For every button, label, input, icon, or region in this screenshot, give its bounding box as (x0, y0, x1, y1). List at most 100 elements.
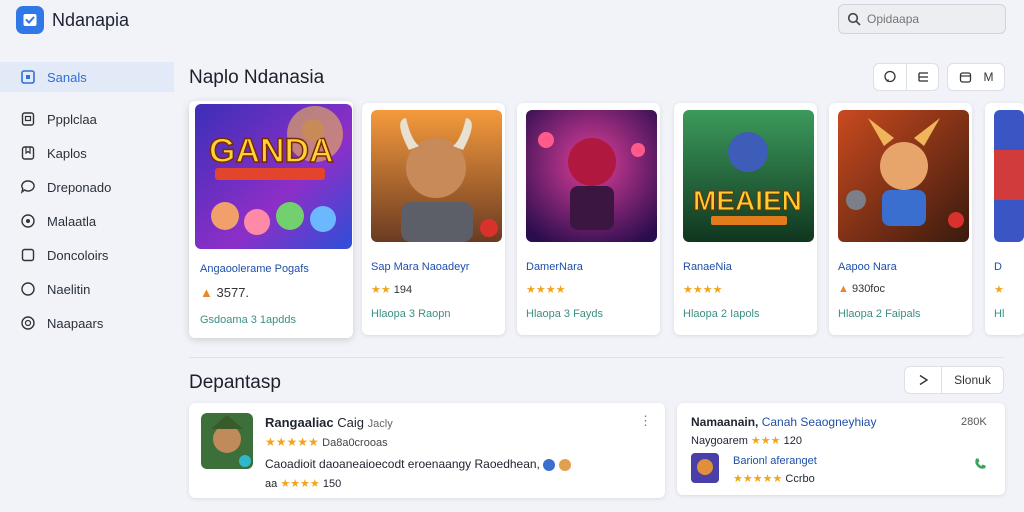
comment-button[interactable] (873, 63, 907, 91)
flame-icon: ▲ (838, 283, 849, 295)
box-icon (959, 71, 971, 83)
game-thumbnail[interactable]: GANDA (195, 104, 352, 249)
row-sub-rating: Naygoarem ★★★ 120 (691, 434, 802, 447)
game-rating: ▲ 930foc (838, 283, 885, 295)
row2-label: Barionl aferanget (733, 455, 817, 467)
game-thumbnail[interactable] (371, 110, 502, 242)
app-logo[interactable] (16, 6, 44, 34)
game-thumbnail[interactable] (994, 110, 1024, 242)
game-thumbnail[interactable] (201, 413, 253, 469)
row-tag: Jacly (367, 418, 393, 430)
game-card[interactable]: GANDA Angaoolerame Pogafs ▲ 3577. Gsdoam… (189, 101, 353, 338)
game-card[interactable]: Sap Mara Naoadeyr ★★ 194 Hlaopa 3 Raopn (362, 103, 505, 335)
game-card[interactable]: DamerNara ★★★★ Hlaopa 3 Fayds (517, 103, 660, 335)
rating-value: 3577. (216, 285, 250, 300)
list-item[interactable]: Rangaaliac Caig Jacly ⋮ ★★★★★ Da8a0crooa… (189, 403, 665, 498)
game-name: DamerNara (526, 261, 583, 273)
sidebar-item-doncoloirs[interactable]: Doncoloirs (0, 238, 174, 272)
list-icon (917, 72, 928, 82)
game-name: Aapoo Nara (838, 261, 897, 273)
row-title-extra: Canah Seaogneyhiay (761, 415, 877, 429)
game-name: RanaeNia (683, 261, 732, 273)
game-thumbnail[interactable] (691, 453, 719, 483)
sidebar-item-label: Kaplos (47, 145, 87, 161)
game-rating: ★★ 194 (371, 283, 412, 296)
game-meta: Hlaopa 3 Fayds (526, 308, 604, 320)
sidebar-item-label: Malaatla (47, 213, 97, 229)
stars-icon: ★★★★ (683, 284, 723, 296)
search-icon (847, 12, 861, 26)
play-button[interactable] (904, 366, 942, 394)
game-card[interactable]: Aapoo Nara ▲ 930foc Hlaopa 2 Faipals (829, 103, 972, 335)
square-icon (20, 247, 36, 263)
sidebar-item-kaplos[interactable]: Kaplos (0, 136, 174, 170)
row2-rating: ★★★★★ Ccrbo (733, 472, 815, 485)
play-icon (919, 374, 929, 386)
sidebar-item-label: Dreponado (47, 179, 112, 195)
chat-icon (20, 179, 36, 195)
search-box[interactable] (838, 4, 1006, 34)
game-card[interactable]: MEAIEN RanaeNia ★★★★ Hlaopa 2 Iapols (674, 103, 817, 335)
sidebar-item-label: Ppplclaa (47, 111, 97, 127)
comment-icon (884, 70, 896, 83)
row-title: Rangaaliac (265, 415, 334, 430)
sidebar-item-label: Doncoloirs (47, 247, 109, 263)
row-rating: ★★★★★ Da8a0crooas (265, 435, 388, 449)
stars-icon: ★★★ (750, 435, 781, 447)
game-thumbnail[interactable] (838, 110, 969, 242)
square-box-icon (20, 69, 36, 85)
game-card[interactable]: D ★ Hl (985, 103, 1024, 335)
stars-icon: ★★★★★ (265, 435, 319, 449)
target-icon (20, 315, 36, 331)
desc-text: Caoadioit daoaneaioecodt eroenaangy Raoe… (265, 457, 540, 471)
sidebar-item-dreponado[interactable]: Dreponado (0, 170, 174, 204)
svg-text:MEAIEN: MEAIEN (693, 185, 802, 216)
rating-text: Da8a0crooas (322, 437, 388, 449)
game-rating: ★★★★ (683, 283, 722, 296)
search-input[interactable] (867, 12, 997, 26)
row-description: Caoadioit daoaneaioecodt eroenaangy Raoe… (265, 457, 571, 471)
game-name: Sap Mara Naoadeyr (371, 261, 470, 273)
bookmark-icon (20, 145, 36, 161)
sort-label: Slonuk (954, 373, 991, 387)
game-meta: Hlaopa 2 Iapols (683, 308, 760, 320)
sidebar-item-malaatla[interactable]: Malaatla (0, 204, 174, 238)
check-shield-icon (23, 14, 37, 26)
globe-icon (543, 458, 556, 471)
toolbar-label: M (983, 70, 994, 84)
game-name: Angaoolerame Pogafs (200, 263, 309, 275)
game-thumbnail[interactable]: MEAIEN (683, 110, 814, 242)
sidebar-item-label: Naelitin (47, 281, 91, 297)
game-meta: Gsdoama 3 1apdds (200, 314, 297, 326)
more-options-icon[interactable]: ⋮ (639, 413, 652, 429)
section-title: Naplo Ndanasia (189, 67, 325, 88)
sidebar-item-label: Sanals (47, 69, 87, 85)
stars-icon: ★★ (371, 284, 391, 296)
sidebar-item-sanals[interactable]: Sanals (0, 62, 174, 92)
sidebar-item-naapaars[interactable]: Naapaars (0, 306, 174, 340)
sidebar-item-naelitin[interactable]: Naelitin (0, 272, 174, 306)
sort-button[interactable]: Slonuk (942, 366, 1004, 394)
section-title: Depantasp (189, 372, 281, 393)
game-thumbnail[interactable] (526, 110, 657, 242)
game-rating: ▲ 3577. (200, 285, 249, 300)
more-button[interactable]: M (947, 63, 1005, 91)
avatar (558, 458, 571, 471)
rating-value: 194 (393, 284, 413, 296)
rating-value: 930foc (851, 283, 885, 295)
sidebar: Sanals Ppplclaa Kaplos Dreponado Malaatl… (0, 62, 174, 340)
view-toolbar (873, 63, 939, 91)
app-title: Ndanapia (52, 10, 130, 30)
top-bar: Ndanapia (0, 0, 1024, 42)
row-title: Namaanain, (691, 415, 759, 429)
list-item[interactable]: Namaanain, Canah Seaogneyhiay 280K Naygo… (677, 403, 1005, 495)
sidebar-item-ppplclaa[interactable]: Ppplclaa (0, 102, 174, 136)
sub-rating-value: 150 (322, 478, 342, 490)
sub-rating-value: 120 (783, 435, 802, 447)
sidebar-item-label: Naapaars (47, 315, 104, 331)
list-button[interactable] (907, 63, 939, 91)
row-sub-rating: aa ★★★★ 150 (265, 477, 341, 490)
stars-icon: ★★★★ (526, 284, 566, 296)
phone-icon[interactable] (973, 457, 987, 476)
row-size: 280K (961, 416, 987, 428)
